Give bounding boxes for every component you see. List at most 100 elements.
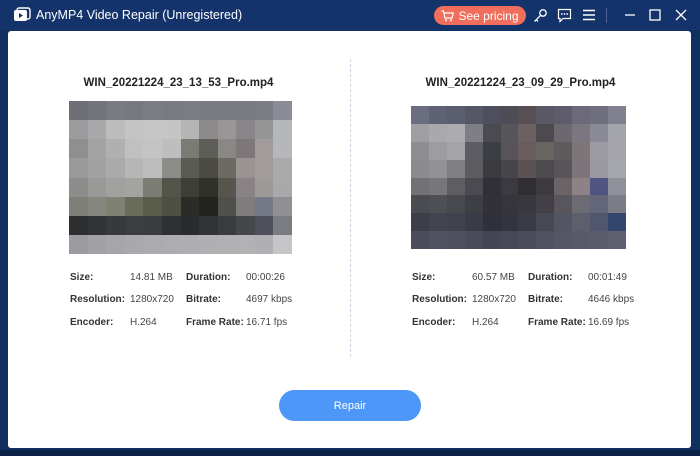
thumbnail-pixel <box>236 101 255 121</box>
thumbnail-pixel <box>464 195 483 214</box>
thumbnail-pixel <box>180 120 200 140</box>
thumbnail-pixel <box>273 158 292 178</box>
thumbnail-pixel <box>464 123 483 142</box>
thumbnail-pixel <box>180 101 200 121</box>
thumbnail-pixel <box>411 231 429 249</box>
key-icon[interactable] <box>531 6 549 24</box>
thumbnail-pixel <box>608 106 626 124</box>
right-video-thumbnail <box>411 106 626 249</box>
left-encoder-value: H.264 <box>130 317 157 328</box>
app-logo-icon <box>14 7 31 21</box>
thumbnail-pixel <box>217 196 237 216</box>
thumbnail-pixel <box>500 177 519 196</box>
thumbnail-pixel <box>608 213 626 232</box>
thumbnail-pixel <box>518 141 537 160</box>
thumbnail-pixel <box>217 234 237 254</box>
thumbnail-pixel <box>536 106 555 124</box>
right-encoder-label: Encoder: <box>412 317 456 328</box>
thumbnail-pixel <box>590 159 609 178</box>
thumbnail-pixel <box>500 123 519 142</box>
left-bitrate-label: Bitrate: <box>186 294 222 305</box>
thumbnail-pixel <box>482 177 501 196</box>
right-file-name: WIN_20221224_23_09_29_Pro.mp4 <box>425 77 616 89</box>
thumbnail-pixel <box>69 177 88 197</box>
right-duration-label: Duration: <box>528 272 573 283</box>
thumbnail-pixel <box>572 123 591 142</box>
thumbnail-pixel <box>236 139 255 159</box>
thumbnail-pixel <box>411 159 429 178</box>
thumbnail-pixel <box>124 139 144 159</box>
thumbnail-pixel <box>446 159 465 178</box>
repair-button[interactable]: Repair <box>279 390 421 421</box>
thumbnail-pixel <box>608 195 626 214</box>
thumbnail-pixel <box>500 213 519 232</box>
thumbnail-pixel <box>254 158 274 178</box>
thumbnail-pixel <box>464 213 483 232</box>
see-pricing-button[interactable]: See pricing <box>434 6 526 25</box>
thumbnail-pixel <box>69 196 88 216</box>
close-icon[interactable] <box>672 6 690 24</box>
thumbnail-pixel <box>180 196 200 216</box>
thumbnail-pixel <box>161 196 181 216</box>
main-content: WIN_20221224_23_13_53_Pro.mp4 Size: 14.8… <box>8 31 691 448</box>
thumbnail-pixel <box>124 101 144 121</box>
thumbnail-pixel <box>590 123 609 142</box>
thumbnail-pixel <box>608 177 626 196</box>
thumbnail-pixel <box>518 231 537 249</box>
thumbnail-pixel <box>446 231 465 249</box>
thumbnail-pixel <box>482 195 501 214</box>
thumbnail-pixel <box>572 213 591 232</box>
thumbnail-pixel <box>143 139 162 159</box>
thumbnail-pixel <box>518 159 537 178</box>
right-size-value: 60.57 MB <box>472 272 515 283</box>
thumbnail-pixel <box>608 123 626 142</box>
thumbnail-pixel <box>254 101 274 121</box>
left-video-panel: WIN_20221224_23_13_53_Pro.mp4 Size: 14.8… <box>8 31 349 361</box>
thumbnail-pixel <box>482 106 501 124</box>
right-duration-value: 00:01:49 <box>588 272 627 283</box>
thumbnail-pixel <box>143 120 162 140</box>
thumbnail-pixel <box>180 139 200 159</box>
thumbnail-pixel <box>106 215 125 235</box>
thumbnail-pixel <box>554 106 573 124</box>
left-duration-value: 00:00:26 <box>246 272 285 283</box>
minimize-icon[interactable] <box>621 6 639 24</box>
thumbnail-pixel <box>106 196 125 216</box>
menu-icon[interactable] <box>580 6 598 24</box>
thumbnail-pixel <box>273 101 292 121</box>
thumbnail-pixel <box>590 195 609 214</box>
thumbnail-pixel <box>161 177 181 197</box>
thumbnail-pixel <box>518 177 537 196</box>
left-frame-rate-value: 16.71 fps <box>246 317 288 328</box>
thumbnail-pixel <box>161 139 181 159</box>
thumbnail-pixel <box>536 231 555 249</box>
thumbnail-pixel <box>482 159 501 178</box>
thumbnail-pixel <box>273 234 292 254</box>
left-file-name: WIN_20221224_23_13_53_Pro.mp4 <box>83 77 274 89</box>
thumbnail-pixel <box>254 177 274 197</box>
maximize-icon[interactable] <box>646 6 664 24</box>
thumbnail-pixel <box>482 213 501 232</box>
thumbnail-pixel <box>482 123 501 142</box>
left-frame-rate-label: Frame Rate: <box>186 317 244 328</box>
right-resolution-value: 1280x720 <box>472 294 516 305</box>
thumbnail-pixel <box>554 159 573 178</box>
thumbnail-pixel <box>199 120 218 140</box>
thumbnail-pixel <box>428 159 447 178</box>
thumbnail-pixel <box>500 195 519 214</box>
thumbnail-pixel <box>217 101 237 121</box>
thumbnail-pixel <box>482 231 501 249</box>
thumbnail-pixel <box>124 177 144 197</box>
feedback-icon[interactable] <box>555 6 573 24</box>
thumbnail-pixel <box>590 213 609 232</box>
thumbnail-pixel <box>446 106 465 124</box>
thumbnail-pixel <box>124 120 144 140</box>
thumbnail-pixel <box>536 177 555 196</box>
thumbnail-pixel <box>87 215 107 235</box>
thumbnail-pixel <box>180 177 200 197</box>
thumbnail-pixel <box>273 196 292 216</box>
left-bitrate-value: 4697 kbps <box>246 294 293 305</box>
thumbnail-pixel <box>199 215 218 235</box>
thumbnail-pixel <box>199 234 218 254</box>
thumbnail-pixel <box>608 231 626 249</box>
